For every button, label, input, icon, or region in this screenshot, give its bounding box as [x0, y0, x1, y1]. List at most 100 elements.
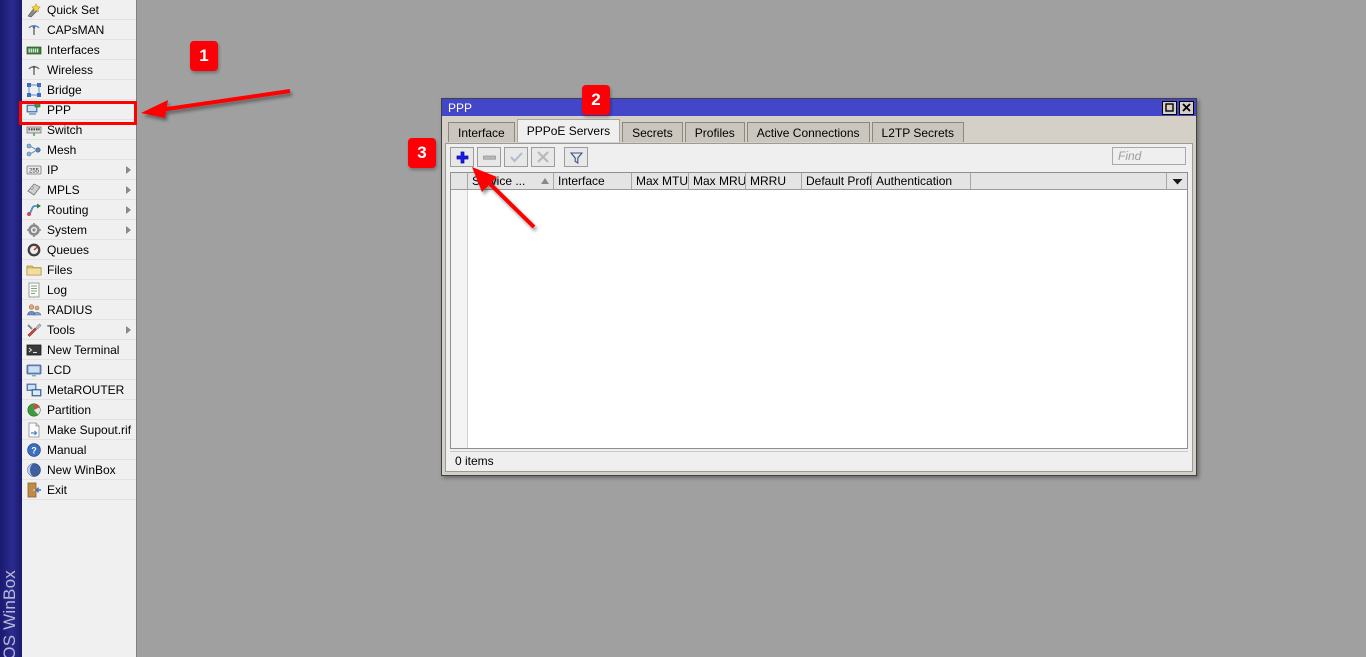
sidebar-item-new-terminal[interactable]: New Terminal [22, 340, 136, 360]
submenu-chevron-icon [126, 166, 131, 174]
sidebar-item-ppp[interactable]: PPP [22, 100, 136, 120]
sidebar-item-make-supout-rif[interactable]: Make Supout.rif [22, 420, 136, 440]
tab-secrets[interactable]: Secrets [622, 122, 683, 142]
sidebar-item-files[interactable]: Files [22, 260, 136, 280]
sidebar-item-quick-set[interactable]: Quick Set [22, 0, 136, 20]
sidebar-item-manual[interactable]: ?Manual [22, 440, 136, 460]
column-header-authentication[interactable]: Authentication [872, 173, 971, 189]
column-header-label: Interface [558, 174, 605, 188]
remove-button[interactable] [477, 147, 501, 167]
tab-label: Secrets [632, 126, 673, 140]
submenu-chevron-icon [126, 206, 131, 214]
files-icon [26, 262, 42, 278]
sidebar-item-mesh[interactable]: Mesh [22, 140, 136, 160]
column-header-label: Service ... [472, 174, 525, 188]
sidebar-item-mpls[interactable]: MPLS [22, 180, 136, 200]
table-body[interactable] [451, 190, 1187, 448]
svg-text:?: ? [31, 445, 37, 455]
sidebar-item-new-winbox[interactable]: New WinBox [22, 460, 136, 480]
sidebar-item-label: Log [47, 284, 67, 296]
sidebar-item-partition[interactable]: Partition [22, 400, 136, 420]
sidebar-item-label: Make Supout.rif [47, 424, 131, 436]
toolbar: Find [446, 144, 1192, 170]
routing-icon [26, 202, 42, 218]
tab-profiles[interactable]: Profiles [685, 122, 745, 142]
enable-button[interactable] [504, 147, 528, 167]
sidebar-item-exit[interactable]: Exit [22, 480, 136, 500]
submenu-chevron-icon [126, 186, 131, 194]
sidebar-item-label: Routing [47, 204, 88, 216]
sidebar-item-label: Mesh [47, 144, 76, 156]
sidebar-item-metarouter[interactable]: MetaROUTER [22, 380, 136, 400]
sidebar-item-wireless[interactable]: Wireless [22, 60, 136, 80]
sidebar-item-label: PPP [47, 104, 71, 116]
ip-icon: 255 [26, 162, 42, 178]
sidebar-item-label: Wireless [47, 64, 93, 76]
tools-icon [26, 322, 42, 338]
sidebar-item-routing[interactable]: Routing [22, 200, 136, 220]
close-icon[interactable] [1179, 101, 1194, 115]
tab-label: L2TP Secrets [882, 126, 954, 140]
sidebar-item-ip[interactable]: 255IP [22, 160, 136, 180]
sidebar-item-bridge[interactable]: Bridge [22, 80, 136, 100]
sidebar-item-label: MetaROUTER [47, 384, 124, 396]
column-header-service[interactable]: Service ... [468, 173, 554, 189]
item-count-label: 0 items [455, 454, 494, 468]
column-header-max-mtu[interactable]: Max MTU [632, 173, 689, 189]
sidebar-item-radius[interactable]: RADIUS [22, 300, 136, 320]
column-header-default-profile[interactable]: Default Profile [802, 173, 872, 189]
brand-strip: RouterOS WinBox [0, 0, 22, 657]
status-bar: 0 items [450, 451, 1188, 469]
window-title-bar[interactable]: PPP [442, 99, 1196, 116]
sidebar-menu: Quick Set CAPsMAN Interfaces Wireless Bridge… [22, 0, 137, 657]
capsman-icon [26, 22, 42, 38]
arrow-to-ppp-menu [141, 91, 290, 118]
sidebar-item-tools[interactable]: Tools [22, 320, 136, 340]
filter-button[interactable] [564, 147, 588, 167]
sidebar-item-log[interactable]: Log [22, 280, 136, 300]
tab-l2tp-secrets[interactable]: L2TP Secrets [872, 122, 964, 142]
metarouter-icon [26, 382, 42, 398]
ppp-window: PPP InterfacePPPoE ServersSecretsProfile… [441, 98, 1197, 476]
column-header-max-mru[interactable]: Max MRU [689, 173, 746, 189]
sidebar-item-switch[interactable]: Switch [22, 120, 136, 140]
sidebar-item-queues[interactable]: Queues [22, 240, 136, 260]
log-icon [26, 282, 42, 298]
wireless-icon [26, 62, 42, 78]
sidebar-item-label: Queues [47, 244, 89, 256]
sidebar-item-label: RADIUS [47, 304, 92, 316]
column-header-label: MRRU [750, 174, 786, 188]
add-button[interactable] [450, 147, 474, 167]
submenu-chevron-icon [126, 326, 131, 334]
sidebar-item-label: CAPsMAN [47, 24, 104, 36]
column-header-mrru[interactable]: MRRU [746, 173, 802, 189]
sidebar-item-label: Tools [47, 324, 75, 336]
sidebar-item-interfaces[interactable]: Interfaces [22, 40, 136, 60]
sidebar-item-label: MPLS [47, 184, 80, 196]
table-row-gutter [451, 190, 468, 448]
sidebar-item-label: New Terminal [47, 344, 119, 356]
interfaces-icon [26, 42, 42, 58]
column-chooser-chevron-down-icon[interactable] [1166, 173, 1187, 189]
mpls-icon [26, 182, 42, 198]
column-header-interface[interactable]: Interface [554, 173, 632, 189]
terminal-icon [26, 342, 42, 358]
annotation-badge-1: 1 [190, 41, 218, 71]
brand-vertical-text: RouterOS WinBox [0, 541, 20, 657]
search-input[interactable]: Find [1112, 147, 1186, 165]
client-area: Find Service ... Interface Max MTUMax MRU M… [445, 143, 1193, 472]
system-icon [26, 222, 42, 238]
disable-button[interactable] [531, 147, 555, 167]
tab-interface[interactable]: Interface [448, 122, 515, 142]
sidebar-item-capsman[interactable]: CAPsMAN [22, 20, 136, 40]
tab-label: Active Connections [757, 126, 860, 140]
tab-pppoe-servers[interactable]: PPPoE Servers [517, 119, 620, 142]
tab-active-connections[interactable]: Active Connections [747, 122, 870, 142]
annotation-badge-3: 3 [408, 138, 436, 168]
sidebar-item-label: Files [47, 264, 72, 276]
maximize-icon[interactable] [1162, 101, 1177, 115]
table-header-gutter [451, 173, 468, 189]
tab-bar: InterfacePPPoE Servers Secrets Profiles Act… [442, 116, 1196, 141]
sidebar-item-lcd[interactable]: LCD [22, 360, 136, 380]
sidebar-item-system[interactable]: System [22, 220, 136, 240]
